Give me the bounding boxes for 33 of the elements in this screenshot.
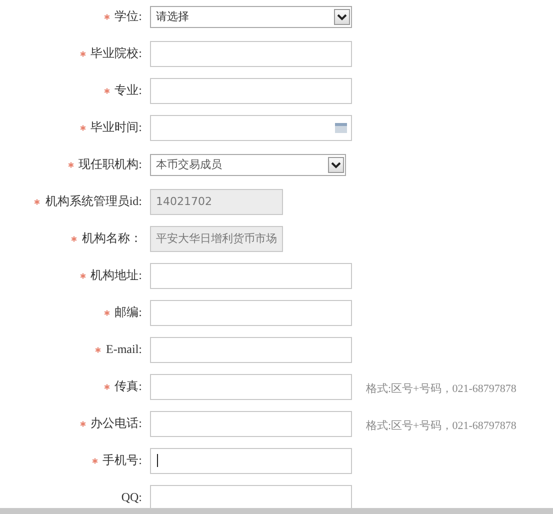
input-field[interactable] [150, 300, 352, 326]
field-label: 手机号: [102, 452, 142, 469]
input-field[interactable] [150, 484, 352, 510]
input-field[interactable] [150, 78, 352, 104]
field-label: E-mail: [106, 342, 142, 357]
input-field[interactable] [150, 374, 352, 400]
date-field[interactable] [150, 114, 352, 140]
format-hint: 格式:区号+号码，021-68797878 [365, 383, 516, 395]
input-field: 14021702 [150, 188, 283, 214]
field-label: 现任职机构: [78, 156, 142, 173]
input-field[interactable] [150, 410, 352, 436]
dropdown-icon[interactable] [334, 8, 350, 24]
calendar-icon[interactable] [335, 122, 347, 132]
field-label: 传真: [114, 378, 142, 395]
input-field[interactable] [150, 336, 352, 362]
field-label: 机构地址: [90, 267, 142, 284]
input-field[interactable] [150, 262, 352, 288]
field-label: 专业: [114, 82, 142, 99]
input-field[interactable] [150, 448, 352, 474]
field-label: 机构系统管理员id: [45, 193, 142, 210]
field-label: 机构名称： [82, 230, 142, 247]
select-field[interactable]: 本币交易成员 [150, 154, 346, 176]
field-label: 毕业院校: [90, 45, 142, 62]
field-label: 办公电话: [90, 415, 142, 432]
field-label: 邮编: [114, 304, 142, 321]
field-label: 学位: [114, 8, 142, 25]
field-label: 毕业时间: [90, 119, 142, 136]
format-hint: 格式:区号+号码，021-68797878 [365, 420, 516, 432]
select-field[interactable]: 请选择 [150, 6, 352, 28]
dropdown-icon[interactable] [328, 156, 344, 172]
input-field: 平安大华日增利货币市场 [150, 226, 283, 252]
input-field[interactable] [150, 40, 352, 66]
field-label: QQ: [121, 490, 142, 505]
